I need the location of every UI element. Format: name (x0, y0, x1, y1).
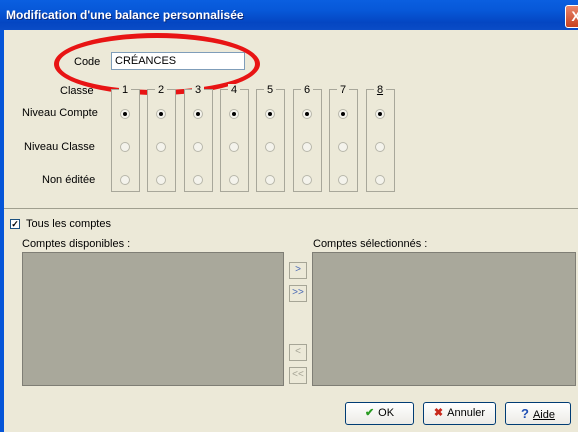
column-number: 5 (264, 84, 276, 96)
ok-button[interactable]: ✔ OK (345, 402, 414, 425)
remove-button[interactable]: < (289, 344, 307, 361)
radio-non-editee-3[interactable] (193, 175, 203, 185)
row-label-niveau-classe: Niveau Classe (24, 141, 95, 153)
remove-arrow-icon: < (295, 346, 301, 357)
classe-label: Classe (60, 85, 94, 97)
column-number: 8 (374, 84, 386, 96)
tous-les-comptes-checkbox[interactable]: ✓ (10, 219, 20, 229)
window-title: Modification d'une balance personnalisée (6, 8, 244, 22)
x-icon: ✖ (433, 407, 444, 419)
title-bar: Modification d'une balance personnalisée (0, 0, 578, 30)
cancel-button[interactable]: ✖ Annuler (423, 402, 496, 425)
remove-all-button[interactable]: << (289, 367, 307, 384)
selected-accounts-label: Comptes sélectionnés : (313, 238, 428, 250)
column-number: 3 (192, 84, 204, 96)
column-number: 1 (119, 84, 131, 96)
radio-non-editee-4[interactable] (229, 175, 239, 185)
radio-niveau-classe-3[interactable] (193, 142, 203, 152)
add-all-button[interactable]: >> (289, 285, 307, 302)
column-number: 4 (228, 84, 240, 96)
radio-niveau-compte-7[interactable] (338, 109, 348, 119)
available-accounts-label: Comptes disponibles : (22, 238, 131, 250)
radio-niveau-classe-6[interactable] (302, 142, 312, 152)
available-accounts-list[interactable] (22, 252, 284, 386)
radio-non-editee-2[interactable] (156, 175, 166, 185)
radio-niveau-compte-8[interactable] (375, 109, 385, 119)
add-all-arrow-icon: >> (292, 287, 304, 298)
row-label-non-editee: Non éditée (42, 174, 96, 186)
radio-niveau-classe-4[interactable] (229, 142, 239, 152)
radio-non-editee-6[interactable] (302, 175, 312, 185)
radio-niveau-compte-5[interactable] (265, 109, 275, 119)
radio-niveau-classe-5[interactable] (265, 142, 275, 152)
add-arrow-icon: > (295, 264, 301, 275)
help-label: Aide (532, 409, 555, 421)
column-number: 6 (301, 84, 313, 96)
ok-label: OK (378, 407, 395, 419)
close-icon: X (571, 8, 578, 24)
tous-les-comptes-label: Tous les comptes (26, 218, 111, 230)
radio-niveau-compte-6[interactable] (302, 109, 312, 119)
cancel-label: Annuler (447, 407, 486, 419)
checkbox-check-icon: ✓ (11, 219, 19, 229)
question-icon: ? (521, 406, 529, 421)
radio-niveau-classe-1[interactable] (120, 142, 130, 152)
column-number: 7 (337, 84, 349, 96)
remove-all-arrow-icon: << (292, 369, 304, 380)
radio-non-editee-7[interactable] (338, 175, 348, 185)
radio-niveau-classe-7[interactable] (338, 142, 348, 152)
radio-non-editee-1[interactable] (120, 175, 130, 185)
column-number: 2 (155, 84, 167, 96)
radio-niveau-compte-4[interactable] (229, 109, 239, 119)
help-button[interactable]: ? Aide (505, 402, 571, 425)
radio-niveau-compte-3[interactable] (193, 109, 203, 119)
radio-niveau-classe-8[interactable] (375, 142, 385, 152)
radio-non-editee-5[interactable] (265, 175, 275, 185)
checkmark-icon: ✔ (364, 407, 375, 419)
close-button[interactable]: X (565, 5, 578, 28)
add-button[interactable]: > (289, 262, 307, 279)
radio-niveau-compte-2[interactable] (156, 109, 166, 119)
row-label-niveau-compte: Niveau Compte (22, 107, 98, 119)
radio-non-editee-8[interactable] (375, 175, 385, 185)
radio-niveau-compte-1[interactable] (120, 109, 130, 119)
selected-accounts-list[interactable] (312, 252, 576, 386)
radio-niveau-classe-2[interactable] (156, 142, 166, 152)
